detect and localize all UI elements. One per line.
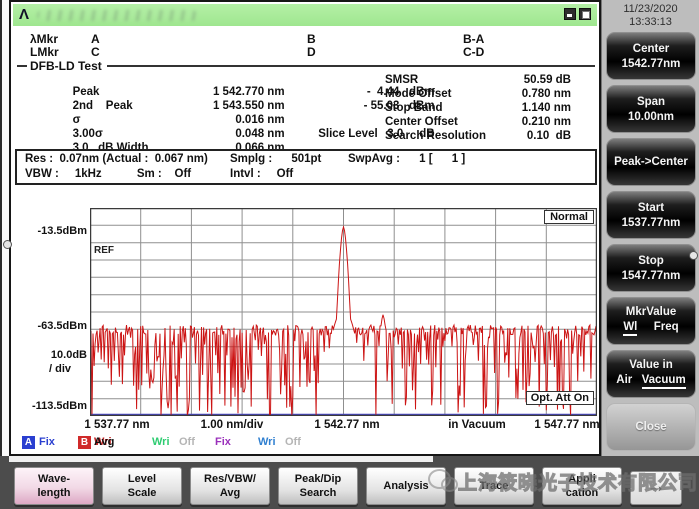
marker-d-label: D — [307, 45, 316, 59]
lmkr2-label: LMkr — [30, 45, 59, 59]
function-key-bar: Wave-length Level Scale Res/VBW/Avg Peak/… — [0, 456, 699, 509]
sweep-settings-box: Res : 0.07nm (Actual : 0.067 nm) Smplg : … — [15, 149, 597, 185]
fkey-analysis[interactable]: Analysis — [366, 467, 446, 505]
sampling-value: Smplg : 501pt — [230, 153, 322, 165]
res-value: Res : 0.07nm (Actual : 0.067 nm) — [25, 153, 208, 165]
softkey-stop[interactable]: Stop 1547.77nm — [606, 244, 696, 292]
left-bezel-knob — [3, 240, 12, 249]
trace-a-mode[interactable]: Fix — [39, 436, 55, 448]
anritsu-logo-icon: Λ — [19, 6, 30, 23]
titlebar: Λ — [13, 4, 597, 26]
softkey-value-in[interactable]: Value in Air Vacuum — [606, 350, 696, 398]
res-settings-row1: Res : 0.07nm (Actual : 0.067 nm) Smplg : … — [25, 153, 595, 168]
trace-d-mode[interactable]: Fix — [215, 436, 231, 448]
fkey-trace[interactable]: Trace — [454, 467, 534, 505]
dfb-row-search-resolution: Search Resolution 0.10 dB — [385, 130, 571, 142]
screen-bottom-edge — [9, 456, 433, 462]
datetime-display: 11/23/2020 13:33:13 — [602, 3, 699, 29]
dfb-ld-test-section-title: DFB-LD Test — [17, 59, 595, 73]
minimize-icon[interactable] — [564, 8, 576, 20]
sweep-mode-badge: Normal — [544, 210, 594, 224]
date-text: 11/23/2020 — [623, 3, 678, 15]
lmkr-label: λMkr — [30, 32, 59, 46]
marker-cd-label: C-D — [463, 45, 485, 59]
marker-b-label: B — [307, 32, 316, 46]
vbw-smoothing-value: VBW : 1kHz Sm : Off — [25, 168, 192, 180]
main-display: Λ λMkr A B B-A LMkr C D C-D DFB-LD Test — [9, 0, 601, 456]
trace-e-mode[interactable]: Wri — [258, 436, 276, 448]
softkey-mkr-value[interactable]: MkrValue Wl Freq — [606, 297, 696, 345]
fkey-level-scale[interactable]: Level Scale — [102, 467, 182, 505]
fkey-res-vbw-avg[interactable]: Res/VBW/Avg — [190, 467, 270, 505]
x-axis-stop: 1 547.77 nm — [534, 419, 600, 431]
fkey-application[interactable]: Appli cation — [542, 467, 622, 505]
optical-attenuator-badge: Opt. Att On — [525, 391, 594, 405]
dfb-row-smsr: SMSR 50.59 dB — [385, 74, 571, 86]
sweep-avg-value: SwpAvg : 1 [ 1 ] — [348, 153, 466, 165]
right-bezel-knob — [689, 251, 698, 260]
dfb-results-right: SMSR 50.59 dB Mode Offset 0.780 nm Stop Ba… — [385, 74, 571, 144]
maximize-icon[interactable] — [579, 8, 591, 20]
fkey-wavelength[interactable]: Wave-length — [14, 467, 94, 505]
dfb-results-left: Peak 1 542.770 nm - 4.44 dBm 2nd Peak 1 543… — [47, 74, 435, 154]
spectrum-trace-svg — [90, 208, 597, 416]
marker-ba-label: B-A — [463, 32, 485, 46]
softkey-start[interactable]: Start 1537.77nm — [606, 191, 696, 239]
dfb-row-center-offset: Center Offset 0.210 nm — [385, 116, 571, 128]
value-in-vacuum-option[interactable]: Vacuum — [641, 374, 686, 389]
softkey-close[interactable]: Close — [606, 403, 696, 451]
interval-value: Intvl : Off — [230, 168, 294, 180]
softkey-center[interactable]: Center 1542.77nm — [606, 32, 696, 80]
softkey-panel: 11/23/2020 13:33:13 Center 1542.77nm Spa… — [601, 0, 699, 456]
value-in-air-option[interactable]: Air — [616, 374, 632, 389]
x-axis-center: 1 542.77 nm — [314, 419, 380, 431]
res-settings-row2: VBW : 1kHz Sm : Off Intvl : Off — [25, 168, 595, 183]
trace-c-mode[interactable]: Wri — [152, 436, 170, 448]
x-axis-per-div: 1.00 nm/div — [200, 419, 264, 431]
title-blurred-text — [37, 9, 198, 21]
trace-e-state: Off — [285, 436, 301, 448]
x-axis-medium: in Vacuum — [448, 419, 506, 431]
trace-legend: A Fix B Wri Avg Wri Off Fix Wri Off — [11, 436, 599, 452]
ref-level-marker: REF — [94, 245, 114, 256]
softkey-peak-to-center[interactable]: Peak->Center — [606, 138, 696, 186]
y-axis-mid-level: -63.5dBm — [37, 320, 87, 332]
osa-screen: Λ λMkr A B B-A LMkr C D C-D DFB-LD Test — [0, 0, 699, 509]
dfb-row-mode-offset: Mode Offset 0.780 nm — [385, 88, 571, 100]
mkr-value-wl-option[interactable]: Wl — [623, 321, 638, 336]
left-bezel — [0, 0, 9, 456]
y-axis-ref-level: -13.5dBm — [37, 225, 87, 237]
y-axis-bottom-level: -113.5dBm — [31, 400, 87, 412]
marker-row-level: LMkr C D C-D — [11, 45, 599, 59]
window-controls — [564, 8, 591, 20]
dfb-row-stop-band: Stop Band 1.140 nm — [385, 102, 571, 114]
marker-row-wavelength: λMkr A B B-A — [11, 32, 599, 46]
more-keys-arrow-button[interactable]: → — [630, 471, 682, 505]
mkr-value-freq-option[interactable]: Freq — [654, 321, 679, 336]
marker-a-label: A — [91, 32, 100, 46]
softkey-span[interactable]: Span 10.00nm — [606, 85, 696, 133]
right-arrow-icon: → — [646, 476, 666, 497]
function-keys: Wave-length Level Scale Res/VBW/Avg Peak/… — [14, 467, 682, 505]
y-axis-scale-per-div: 10.0dB — [50, 349, 87, 361]
dfb-row-peak: Peak 1 542.770 nm - 4.44 dBm — [72, 86, 435, 98]
x-axis-start: 1 537.77 nm — [84, 419, 150, 431]
time-text: 13:33:13 — [629, 16, 672, 28]
dfb-title-text: DFB-LD Test — [30, 59, 102, 73]
fkey-peak-dip-search[interactable]: Peak/Dip Search — [278, 467, 358, 505]
spectrum-plot: Normal REF Opt. Att On — [90, 208, 597, 416]
trace-c-state: Off — [179, 436, 195, 448]
marker-c-label: C — [91, 45, 100, 59]
y-axis-scale-per-div-unit: / div — [49, 363, 72, 375]
